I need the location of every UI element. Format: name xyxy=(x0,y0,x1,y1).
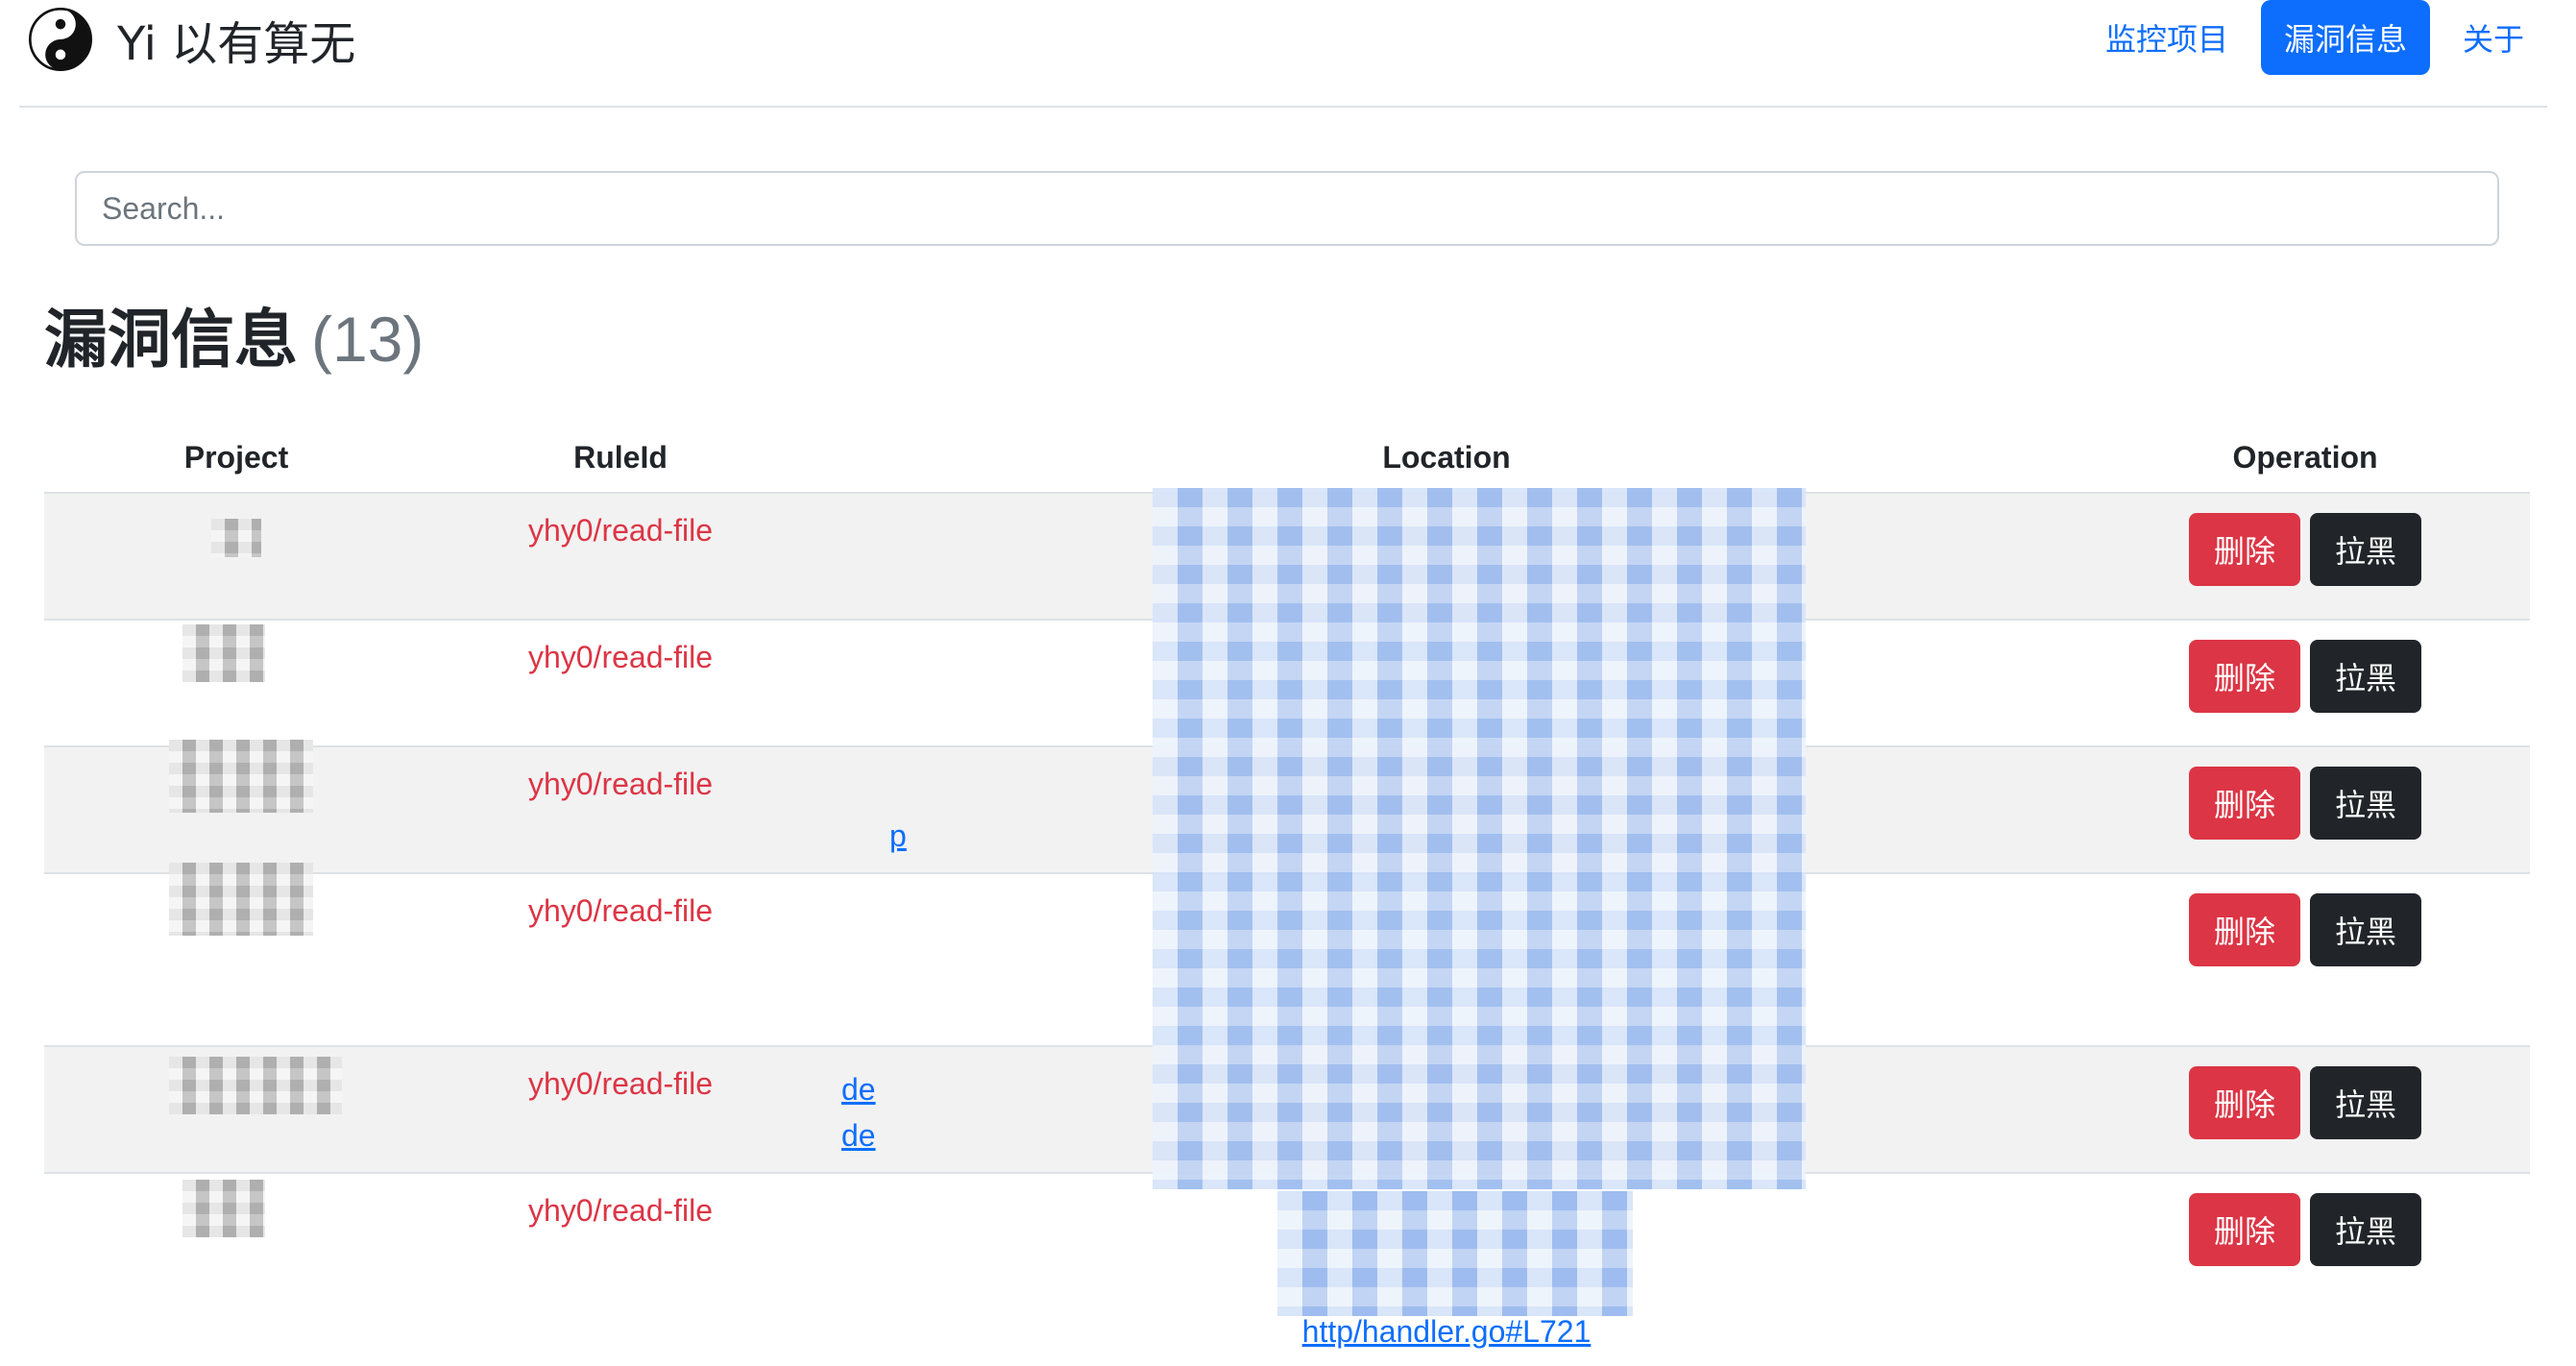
nav-link-vulnerabilities[interactable]: 漏洞信息 xyxy=(2260,0,2430,75)
block-button[interactable]: 拉黑 xyxy=(2310,640,2422,713)
table-header: Project RuleId Location Operation xyxy=(44,423,2530,494)
delete-button[interactable]: 删除 xyxy=(2188,767,2300,840)
ruleid-cell: yhy0/read-file xyxy=(428,1047,813,1172)
delete-button[interactable]: 删除 xyxy=(2188,893,2300,966)
delete-button[interactable]: 删除 xyxy=(2188,1193,2300,1266)
block-button[interactable]: 拉黑 xyxy=(2310,1066,2422,1139)
redacted-location-mosaic xyxy=(1277,1191,1633,1316)
redacted-project-mosaic xyxy=(182,624,265,682)
operation-cell: 删除 拉黑 xyxy=(2080,621,2530,745)
redacted-project-mosaic xyxy=(169,1057,342,1114)
operation-cell: 删除 拉黑 xyxy=(2080,747,2530,872)
rule-id: yhy0/read-file xyxy=(527,1193,714,1228)
rule-id: yhy0/read-file xyxy=(527,767,714,801)
column-header-location: Location xyxy=(1382,439,1511,475)
redacted-project-mosaic xyxy=(169,740,313,813)
main-nav: 监控项目 漏洞信息 关于 xyxy=(2073,0,2547,75)
redacted-project-mosaic xyxy=(182,1180,265,1237)
redacted-project-mosaic xyxy=(169,863,313,936)
ruleid-cell: yhy0/read-file xyxy=(428,874,813,1045)
page-title: 漏洞信息 (13) xyxy=(44,288,424,380)
location-link[interactable]: p xyxy=(889,813,907,859)
column-header-operation: Operation xyxy=(2232,439,2378,475)
ruleid-cell: yhy0/read-file xyxy=(428,621,813,745)
ruleid-cell: yhy0/read-file xyxy=(428,747,813,872)
operation-cell: 删除 拉黑 xyxy=(2080,494,2530,619)
column-header-project: Project xyxy=(183,439,289,475)
delete-button[interactable]: 删除 xyxy=(2188,513,2300,586)
navbar: Yi 以有算无 监控项目 漏洞信息 关于 xyxy=(19,0,2547,108)
block-button[interactable]: 拉黑 xyxy=(2310,767,2422,840)
rule-id: yhy0/read-file xyxy=(527,1066,714,1101)
block-button[interactable]: 拉黑 xyxy=(2310,1193,2422,1266)
page-title-text: 漏洞信息 xyxy=(44,303,298,377)
operation-cell: 删除 拉黑 xyxy=(2080,874,2530,1045)
rule-id: yhy0/read-file xyxy=(527,513,714,548)
nav-link-about[interactable]: 关于 xyxy=(2440,0,2547,75)
ruleid-cell: yhy0/read-file xyxy=(428,494,813,619)
brand-title: Yi 以有算无 xyxy=(117,17,356,71)
rule-id: yhy0/read-file xyxy=(527,640,714,674)
yin-yang-icon xyxy=(29,8,92,71)
location-link[interactable]: de xyxy=(841,1066,876,1112)
column-header-ruleid: RuleId xyxy=(573,439,668,475)
delete-button[interactable]: 删除 xyxy=(2188,640,2300,713)
redacted-location-mosaic xyxy=(1153,488,1806,1189)
ruleid-cell: yhy0/read-file xyxy=(428,1174,813,1366)
operation-cell: 删除 拉黑 xyxy=(2080,1174,2530,1366)
search-input[interactable] xyxy=(75,171,2499,246)
block-button[interactable]: 拉黑 xyxy=(2310,893,2422,966)
operation-cell: 删除 拉黑 xyxy=(2080,1047,2530,1172)
delete-button[interactable]: 删除 xyxy=(2188,1066,2300,1139)
nav-link-projects[interactable]: 监控项目 xyxy=(2082,0,2251,75)
redacted-project-mosaic xyxy=(211,519,261,557)
location-link[interactable]: de xyxy=(841,1112,876,1159)
block-button[interactable]: 拉黑 xyxy=(2310,513,2422,586)
brand-link[interactable]: Yi 以有算无 xyxy=(29,4,355,75)
rule-id: yhy0/read-file xyxy=(527,893,714,928)
vulnerability-count: (13) xyxy=(311,304,425,375)
